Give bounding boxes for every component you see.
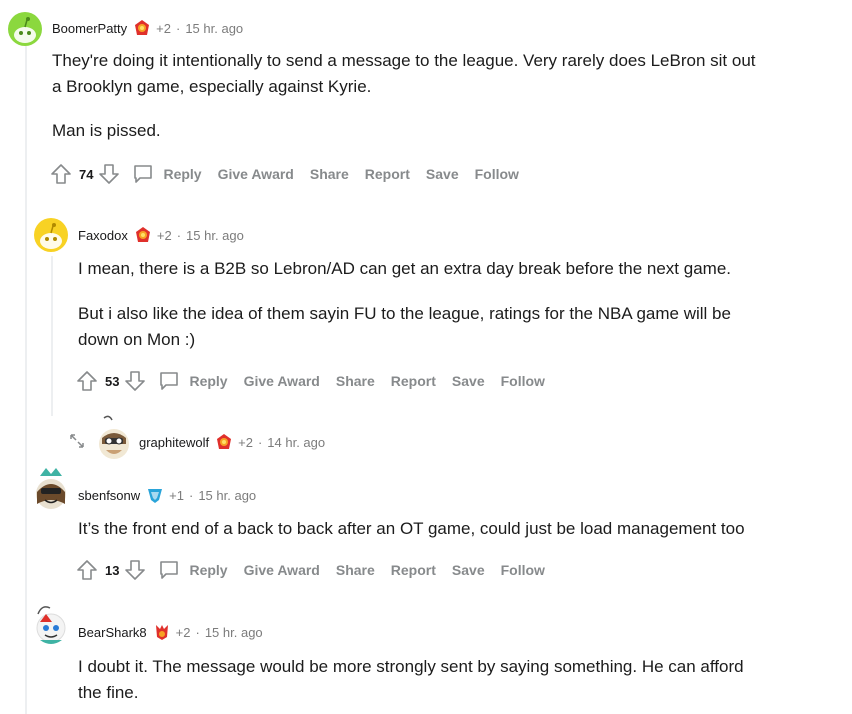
- share-button[interactable]: Share: [336, 562, 375, 578]
- award-count: +2: [238, 434, 253, 450]
- report-button[interactable]: Report: [365, 166, 410, 182]
- save-button[interactable]: Save: [452, 562, 485, 578]
- follow-button[interactable]: Follow: [501, 373, 545, 389]
- comment-author[interactable]: BearShark8: [78, 625, 147, 640]
- comment-timestamp[interactable]: 14 hr. ago: [267, 435, 325, 450]
- downvote-arrow-icon[interactable]: [123, 558, 147, 582]
- reply-button[interactable]: Reply: [157, 369, 228, 393]
- comment-timestamp[interactable]: 15 hr. ago: [205, 625, 263, 640]
- comment-paragraph: I mean, there is a B2B so Lebron/AD can …: [78, 256, 731, 282]
- reply-button[interactable]: Reply: [131, 162, 202, 186]
- separator-dot: ·: [188, 487, 194, 503]
- award-flair-icon: [133, 19, 151, 37]
- comment-meta: Faxodox +2 · 15 hr. ago: [78, 225, 244, 245]
- comment-paragraph: It’s the front end of a back to back aft…: [78, 516, 745, 542]
- comment-paragraph: Man is pissed.: [52, 118, 161, 144]
- save-button[interactable]: Save: [452, 373, 485, 389]
- expand-arrows-icon[interactable]: [68, 432, 86, 450]
- comment-meta: sbenfsonw +1 · 15 hr. ago: [78, 485, 256, 505]
- speech-bubble-icon: [160, 372, 179, 390]
- comment-line: I doubt it. The message would be more st…: [78, 657, 744, 676]
- comment-paragraph: They're doing it intentionally to send a…: [52, 48, 756, 100]
- comment-line: Man is pissed.: [52, 121, 161, 140]
- comment-meta: BearShark8 +2 · 15 hr. ago: [78, 622, 263, 642]
- avatar[interactable]: [32, 602, 70, 648]
- comment-timestamp[interactable]: 15 hr. ago: [186, 228, 244, 243]
- award-count: +2: [156, 227, 172, 243]
- reply-label: Reply: [189, 373, 228, 389]
- give-award-button[interactable]: Give Award: [244, 562, 320, 578]
- separator-dot: ·: [176, 227, 182, 243]
- award-flair-icon: [153, 623, 171, 641]
- comment-paragraph: But i also like the idea of them sayin F…: [78, 301, 731, 353]
- award-flair-icon: [146, 486, 164, 504]
- comment-line: the fine.: [78, 683, 139, 702]
- save-button[interactable]: Save: [426, 166, 459, 182]
- separator-dot: ·: [195, 624, 200, 640]
- downvote-arrow-icon[interactable]: [123, 369, 147, 393]
- comment-line: But i also like the idea of them sayin F…: [78, 304, 731, 323]
- report-button[interactable]: Report: [391, 562, 436, 578]
- comment-author[interactable]: Faxodox: [78, 228, 128, 243]
- comment-line: down on Mon :): [78, 330, 196, 349]
- comment-actions: 13 Reply Give Award Share Report Save Fo…: [75, 556, 561, 584]
- comment-line: I mean, there is a B2B so Lebron/AD can …: [78, 259, 731, 278]
- thread-line-level-1[interactable]: [25, 46, 27, 714]
- award-count: +2: [156, 20, 171, 36]
- vote-score: 13: [105, 562, 120, 578]
- comment-timestamp[interactable]: 15 hr. ago: [198, 488, 256, 503]
- reply-label: Reply: [189, 562, 228, 578]
- award-count: +1: [169, 487, 184, 503]
- follow-button[interactable]: Follow: [475, 166, 519, 182]
- comment-actions: 53 Reply Give Award Share Report Save Fo…: [75, 367, 561, 395]
- comment-paragraph: I doubt it. The message would be more st…: [78, 654, 744, 706]
- award-flair-icon: [134, 226, 152, 244]
- follow-button[interactable]: Follow: [501, 562, 545, 578]
- avatar[interactable]: [8, 12, 42, 46]
- vote-score: 74: [79, 166, 94, 182]
- report-button[interactable]: Report: [391, 373, 436, 389]
- reply-button[interactable]: Reply: [157, 558, 228, 582]
- speech-bubble-icon: [134, 165, 153, 183]
- vote-score: 53: [105, 373, 120, 389]
- comment-line: It’s the front end of a back to back aft…: [78, 519, 745, 538]
- downvote-arrow-icon[interactable]: [97, 162, 121, 186]
- give-award-button[interactable]: Give Award: [218, 166, 294, 182]
- thread-line-level-2[interactable]: [51, 256, 53, 416]
- share-button[interactable]: Share: [310, 166, 349, 182]
- comment-actions: 74 Reply Give Award Share Report Save Fo…: [49, 160, 535, 188]
- award-flair-icon: [215, 433, 233, 451]
- comment-author[interactable]: BoomerPatty: [52, 21, 127, 36]
- comment-line: They're doing it intentionally to send a…: [52, 51, 756, 70]
- comment-meta: BoomerPatty +2 · 15 hr. ago: [52, 18, 243, 38]
- upvote-arrow-icon[interactable]: [49, 162, 73, 186]
- comment-author[interactable]: sbenfsonw: [78, 488, 140, 503]
- give-award-button[interactable]: Give Award: [244, 373, 320, 389]
- avatar[interactable]: [32, 466, 70, 512]
- share-button[interactable]: Share: [336, 373, 375, 389]
- comment-meta: graphitewolf +2 · 14 hr. ago: [139, 432, 325, 452]
- speech-bubble-icon: [160, 561, 179, 579]
- award-count: +2: [175, 624, 191, 640]
- upvote-arrow-icon[interactable]: [75, 369, 99, 393]
- comment-line: a Brooklyn game, especially against Kyri…: [52, 77, 372, 96]
- avatar[interactable]: [34, 218, 68, 252]
- avatar[interactable]: [96, 414, 132, 460]
- upvote-arrow-icon[interactable]: [75, 558, 99, 582]
- comment-timestamp[interactable]: 15 hr. ago: [185, 21, 243, 36]
- separator-dot: ·: [257, 434, 263, 450]
- comment-author[interactable]: graphitewolf: [139, 435, 209, 450]
- reply-label: Reply: [163, 166, 202, 182]
- separator-dot: ·: [175, 20, 181, 36]
